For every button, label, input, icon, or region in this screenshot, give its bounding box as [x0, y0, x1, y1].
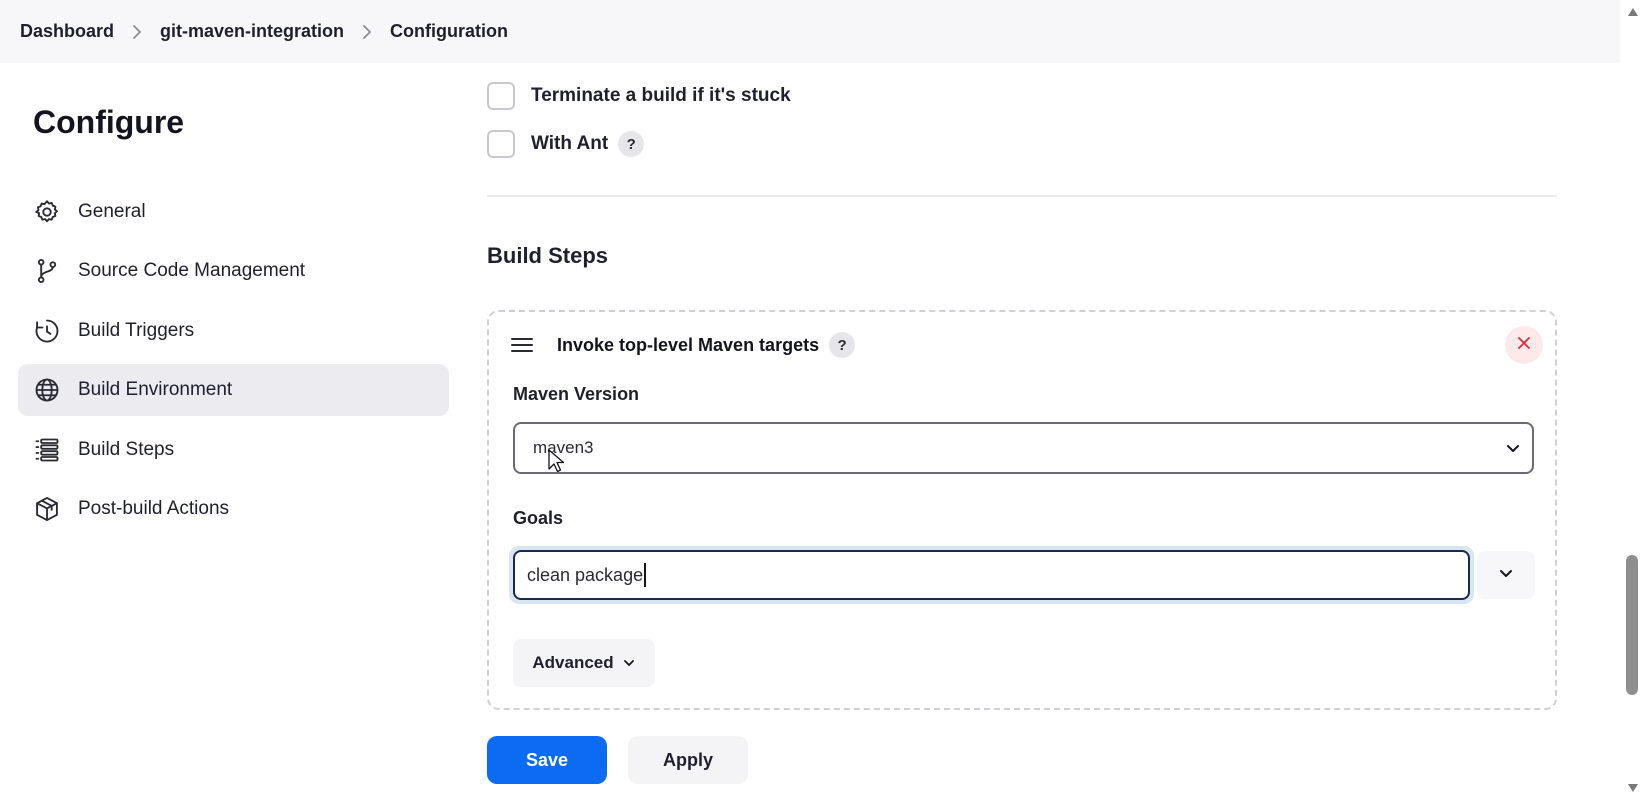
- chevron-right-icon: [362, 24, 372, 40]
- git-branch-icon: [32, 256, 62, 286]
- sidebar-item-label: Build Environment: [78, 379, 233, 400]
- goals-expand-button[interactable]: [1477, 551, 1535, 599]
- sidebar-item-build-environment[interactable]: Build Environment: [18, 364, 449, 416]
- clock-icon: [32, 316, 62, 346]
- terminate-stuck-option: Terminate a build if it's stuck: [487, 82, 791, 110]
- build-steps-heading: Build Steps: [487, 243, 609, 268]
- breadcrumb: Dashboard git-maven-integration Configur…: [0, 0, 1620, 63]
- page-title: Configure: [33, 104, 185, 140]
- globe-icon: [32, 375, 62, 405]
- goals-input[interactable]: clean package: [513, 550, 1470, 600]
- scroll-up-arrow-icon[interactable]: [1627, 4, 1639, 22]
- terminate-stuck-checkbox[interactable]: [487, 82, 515, 110]
- sidebar-item-post-build-actions[interactable]: Post-build Actions: [18, 483, 449, 535]
- maven-step-card: Invoke top-level Maven targets ? Maven V…: [487, 310, 1557, 710]
- gear-icon: [32, 197, 62, 227]
- package-icon: [32, 494, 62, 524]
- sidebar-item-general[interactable]: General: [18, 186, 449, 238]
- step-header: Invoke top-level Maven targets ?: [511, 332, 856, 358]
- scrollbar-thumb[interactable]: [1626, 555, 1638, 695]
- apply-button[interactable]: Apply: [628, 736, 748, 784]
- breadcrumb-project[interactable]: git-maven-integration: [160, 21, 344, 42]
- chevron-down-icon: [622, 656, 636, 670]
- list-icon: [32, 435, 62, 465]
- close-icon: [1517, 336, 1531, 355]
- mouse-pointer-icon: [548, 449, 565, 478]
- sidebar-item-label: Source Code Management: [78, 260, 306, 281]
- sidebar-item-label: Post-build Actions: [78, 498, 230, 519]
- with-ant-label: With Ant: [531, 133, 609, 154]
- maven-version-label: Maven Version: [513, 384, 640, 404]
- sidebar-item-build-steps[interactable]: Build Steps: [18, 424, 449, 476]
- scroll-down-arrow-icon[interactable]: [1627, 780, 1639, 796]
- with-ant-checkbox[interactable]: [487, 130, 515, 158]
- help-icon[interactable]: ?: [829, 332, 856, 358]
- drag-handle-icon[interactable]: [511, 337, 533, 353]
- advanced-button[interactable]: Advanced: [513, 639, 655, 687]
- section-divider: [487, 195, 1557, 197]
- sidebar-item-label: General: [78, 201, 146, 222]
- terminate-stuck-label: Terminate a build if it's stuck: [531, 85, 791, 106]
- remove-step-button[interactable]: [1505, 326, 1543, 364]
- sidebar-item-build-triggers[interactable]: Build Triggers: [18, 305, 449, 357]
- step-title: Invoke top-level Maven targets: [557, 334, 820, 355]
- goals-value: clean package: [527, 564, 644, 585]
- breadcrumb-dashboard[interactable]: Dashboard: [20, 21, 114, 42]
- goals-focus-ring: clean package: [509, 546, 1474, 604]
- sidebar-item-source-code-management[interactable]: Source Code Management: [18, 245, 449, 297]
- sidebar-item-label: Build Triggers: [78, 320, 195, 341]
- text-caret: [644, 563, 647, 587]
- help-icon[interactable]: ?: [618, 131, 645, 157]
- chevron-down-icon: [1504, 439, 1522, 462]
- chevron-down-icon: [1497, 564, 1515, 587]
- breadcrumb-configuration[interactable]: Configuration: [390, 21, 508, 42]
- maven-version-select[interactable]: maven3: [513, 422, 1534, 474]
- with-ant-option: With Ant ?: [487, 130, 645, 158]
- goals-label: Goals: [513, 508, 564, 528]
- chevron-right-icon: [132, 24, 142, 40]
- save-button[interactable]: Save: [487, 736, 607, 784]
- advanced-label: Advanced: [532, 653, 614, 672]
- sidebar-item-label: Build Steps: [78, 439, 175, 460]
